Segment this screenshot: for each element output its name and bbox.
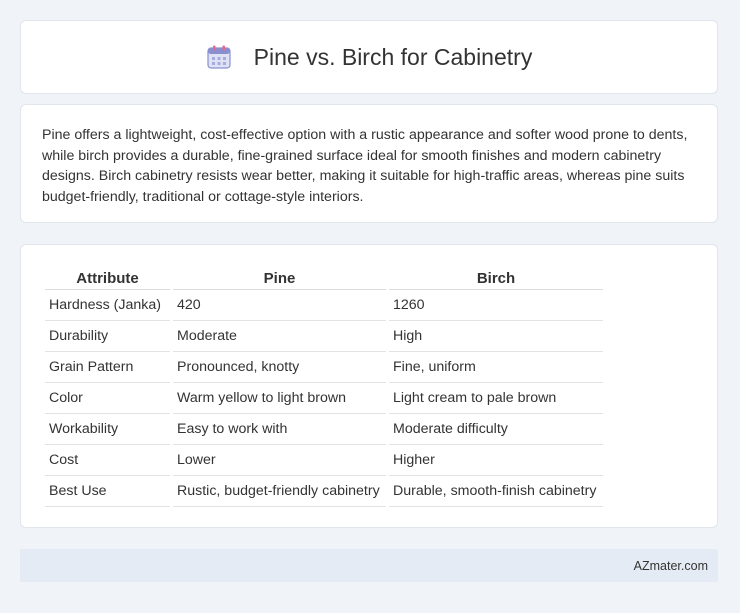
table-cell: Warm yellow to light brown	[173, 383, 386, 414]
table-cell: 420	[173, 290, 386, 321]
table-cell: 1260	[389, 290, 603, 321]
footer-bar: AZmater.com	[20, 549, 718, 582]
title-wrap: Pine vs. Birch for Cabinetry	[206, 43, 533, 71]
table-cell: Pronounced, knotty	[173, 352, 386, 383]
column-header-birch: Birch	[389, 267, 603, 290]
table-cell: Moderate	[173, 321, 386, 352]
table-row: Durability Moderate High	[45, 321, 603, 352]
table-card: Attribute Pine Birch Hardness (Janka) 42…	[20, 244, 718, 528]
table-cell: Higher	[389, 445, 603, 476]
table-cell: Moderate difficulty	[389, 414, 603, 445]
description-card: Pine offers a lightweight, cost-effectiv…	[20, 104, 718, 223]
table-cell: Best Use	[45, 476, 170, 507]
column-header-attribute: Attribute	[45, 267, 170, 290]
table-row: Color Warm yellow to light brown Light c…	[45, 383, 603, 414]
table-cell: Hardness (Janka)	[45, 290, 170, 321]
footer-source: AZmater.com	[633, 558, 708, 573]
table-cell: Light cream to pale brown	[389, 383, 603, 414]
table-row: Cost Lower Higher	[45, 445, 603, 476]
table-cell: Easy to work with	[173, 414, 386, 445]
table-cell: Workability	[45, 414, 170, 445]
table-row: Best Use Rustic, budget-friendly cabinet…	[45, 476, 603, 507]
description-text: Pine offers a lightweight, cost-effectiv…	[42, 127, 688, 205]
table-cell: Fine, uniform	[389, 352, 603, 383]
table-cell: High	[389, 321, 603, 352]
table-cell: Grain Pattern	[45, 352, 170, 383]
table-cell: Lower	[173, 445, 386, 476]
title-card: Pine vs. Birch for Cabinetry	[20, 20, 718, 94]
table-cell: Durable, smooth-finish cabinetry	[389, 476, 603, 507]
table-cell: Cost	[45, 445, 170, 476]
table-row: Hardness (Janka) 420 1260	[45, 290, 603, 321]
calendar-icon	[207, 45, 231, 69]
table-cell: Rustic, budget-friendly cabinetry	[173, 476, 386, 507]
table-row: Workability Easy to work with Moderate d…	[45, 414, 603, 445]
table-row: Grain Pattern Pronounced, knotty Fine, u…	[45, 352, 603, 383]
comparison-table: Attribute Pine Birch Hardness (Janka) 42…	[42, 267, 606, 507]
table-header-row: Attribute Pine Birch	[45, 267, 603, 290]
table-cell: Durability	[45, 321, 170, 352]
table-cell: Color	[45, 383, 170, 414]
page-title: Pine vs. Birch for Cabinetry	[253, 43, 533, 70]
column-header-pine: Pine	[173, 267, 386, 290]
